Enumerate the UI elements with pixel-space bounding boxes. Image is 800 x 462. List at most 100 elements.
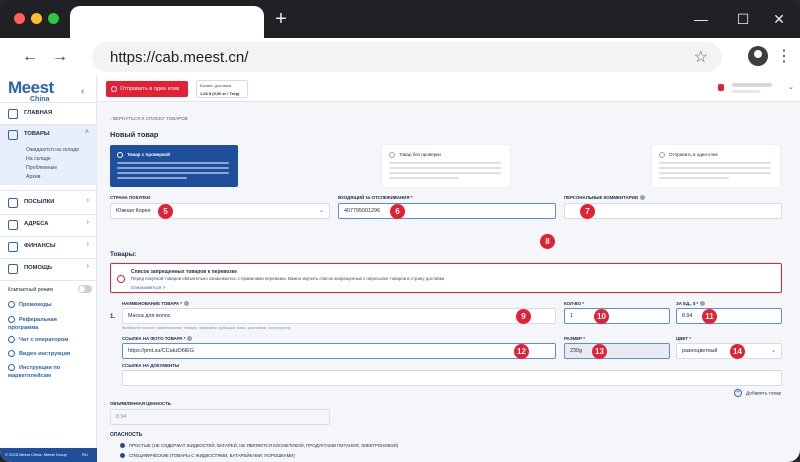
bookmark-star-icon[interactable]: ☆ bbox=[694, 47, 708, 67]
card-text bbox=[389, 177, 459, 179]
send-one-click-button[interactable]: Отправить в один клик bbox=[106, 81, 188, 97]
size-value: 230g bbox=[570, 348, 582, 354]
promo-link[interactable]: Промокоды bbox=[8, 301, 52, 308]
sidebar: Meest China ‹ ГЛАВНАЯ ТОВАРЫ ˄ Ожидаются… bbox=[0, 76, 97, 462]
card-text bbox=[659, 167, 771, 169]
location-icon bbox=[8, 220, 18, 230]
sidebar-item-home[interactable]: ГЛАВНАЯ bbox=[0, 104, 97, 124]
alert-body: Перед покупкой товаров обязательно ознак… bbox=[131, 276, 446, 281]
card-without-check[interactable]: Товар без проверки bbox=[382, 145, 510, 187]
forward-arrow-icon[interactable]: → bbox=[50, 47, 70, 67]
browser-toolbar: ← → https://cab.meest.cn/ ☆ ⋮ bbox=[0, 38, 800, 76]
prohibited-icon bbox=[117, 275, 125, 283]
page: Meest China ‹ ГЛАВНАЯ ТОВАРЫ ˄ Ожидаются… bbox=[0, 76, 800, 462]
sidebar-item-goods[interactable]: ТОВАРЫ ˄ Ожидаются на складе На складе П… bbox=[0, 125, 97, 185]
comments-input[interactable] bbox=[564, 203, 782, 219]
back-arrow-icon[interactable]: ← bbox=[20, 47, 40, 67]
product-name-input[interactable]: Маска для волос bbox=[122, 308, 556, 324]
photo-link-value: https://pmt.su/CCakzD6lEG bbox=[128, 348, 194, 354]
minimize-icon[interactable]: — bbox=[692, 10, 710, 28]
new-tab-button[interactable]: + bbox=[270, 8, 292, 30]
main-content: ‹ ВЕРНУТЬСЯ К СПИСКУ ТОВАРОВ Новый товар… bbox=[98, 103, 800, 462]
docs-link-label: ССЫЛКА НА ДОКУМЕНТЫ bbox=[122, 363, 180, 368]
danger-option-specific[interactable]: СПЕЦИФИЧЕСКИЕ (ТОВАРЫ С ЖИДКОСТЯМИ, БАТА… bbox=[120, 453, 295, 459]
parcel-icon bbox=[8, 198, 18, 208]
chat-link[interactable]: Чат с оператором bbox=[8, 336, 68, 343]
prohibited-goods-alert: Список запрещенных товаров к перевозке П… bbox=[110, 263, 782, 293]
profile-avatar-icon[interactable] bbox=[748, 46, 768, 66]
active-tab[interactable] bbox=[70, 6, 264, 38]
alert-link[interactable]: Ознакомиться > bbox=[131, 285, 165, 290]
size-input[interactable]: 230g bbox=[564, 343, 670, 359]
tracking-value: 407795001296 bbox=[344, 208, 380, 214]
alert-title: Список запрещенных товаров к перевозке bbox=[131, 269, 238, 275]
photo-link-input[interactable]: https://pmt.su/CCakzD6lEG bbox=[122, 343, 556, 359]
compact-mode-toggle[interactable] bbox=[78, 285, 92, 293]
box-icon bbox=[8, 130, 18, 140]
maximize-icon[interactable]: ☐ bbox=[734, 10, 752, 28]
notification-icon[interactable] bbox=[718, 84, 724, 91]
annotation-badge: 8 bbox=[540, 234, 555, 249]
danger-option-simple[interactable]: ПРОСТЫЕ (НЕ СОДЕРЖАТ ЖИДКОСТЕЙ, БАТАРЕЙ,… bbox=[120, 443, 398, 449]
name-label-text: НАИМЕНОВАНИЕ ТОВАРА * bbox=[122, 301, 183, 306]
meest-logo[interactable]: Meest bbox=[8, 78, 54, 98]
back-to-list-link[interactable]: ‹ ВЕРНУТЬСЯ К СПИСКУ ТОВАРОВ bbox=[110, 116, 188, 121]
chevron-down-icon: ⌄ bbox=[318, 208, 324, 214]
window-dot-green[interactable] bbox=[48, 13, 59, 24]
browser-menu-icon[interactable]: ⋮ bbox=[776, 47, 792, 67]
language-switch[interactable]: RU bbox=[82, 452, 88, 457]
help-icon bbox=[8, 264, 18, 274]
card-one-click[interactable]: Отправить в один клик bbox=[652, 145, 780, 187]
price-label: ЗА ЕД., $ * bbox=[676, 301, 706, 307]
card-text bbox=[117, 172, 229, 174]
address-bar[interactable]: https://cab.meest.cn/ ☆ bbox=[92, 42, 722, 72]
country-value: Южная Корея bbox=[116, 208, 151, 214]
tracking-input[interactable]: 407795001296 bbox=[338, 203, 556, 219]
link-label: Инструкции по маркетплейсам bbox=[8, 365, 61, 379]
plus-icon: + bbox=[734, 389, 742, 397]
chevron-down-icon[interactable]: ⌄ bbox=[788, 83, 794, 91]
sidebar-item-parcels[interactable]: ПОСЫЛКИ › bbox=[0, 193, 97, 213]
card-with-check[interactable]: Товар с проверкой bbox=[110, 145, 238, 187]
color-select[interactable]: разноцветный ⌄ bbox=[676, 343, 782, 359]
add-product-button[interactable]: + Добавить товар bbox=[734, 389, 781, 397]
chevron-right-icon: › bbox=[86, 241, 89, 248]
url-text[interactable]: https://cab.meest.cn/ bbox=[110, 49, 248, 66]
referral-link[interactable]: Реферальная программа bbox=[8, 316, 88, 332]
help-icon[interactable] bbox=[639, 195, 645, 201]
photo-link-label: ССЫЛКА НА ФОТО ТОВАРА * bbox=[122, 336, 193, 342]
send-icon bbox=[111, 86, 117, 92]
video-link[interactable]: Видео инструкция bbox=[8, 350, 70, 357]
help-icon[interactable] bbox=[187, 336, 193, 342]
top-header: Отправить в один клик Баланс, доставка 1… bbox=[98, 76, 800, 102]
window-dot-red[interactable] bbox=[14, 13, 25, 24]
quantity-input[interactable]: 1 bbox=[564, 308, 670, 324]
sidebar-subitem[interactable]: Ожидаются на складе bbox=[26, 147, 79, 153]
sidebar-subitem[interactable]: Архив bbox=[26, 174, 41, 180]
card-text bbox=[659, 172, 771, 174]
sidebar-item-finance[interactable]: ФИНАНСЫ › bbox=[0, 237, 97, 257]
declared-value-input: 8.94 bbox=[110, 409, 330, 425]
chevron-right-icon: › bbox=[86, 263, 89, 270]
collapse-sidebar-icon[interactable]: ‹ bbox=[81, 86, 84, 97]
sidebar-item-label: ТОВАРЫ bbox=[24, 131, 50, 137]
sidebar-subitem[interactable]: На складе bbox=[26, 156, 51, 162]
close-icon[interactable]: ✕ bbox=[770, 10, 788, 28]
user-name-blurred[interactable] bbox=[732, 83, 772, 87]
sidebar-item-help[interactable]: ПОМОЩЬ › bbox=[0, 259, 97, 279]
window-dot-yellow[interactable] bbox=[31, 13, 42, 24]
card-text bbox=[659, 162, 771, 164]
price-input[interactable]: 8.94 bbox=[676, 308, 782, 324]
help-icon[interactable] bbox=[184, 301, 190, 307]
sidebar-item-addresses[interactable]: АДРЕСА › bbox=[0, 215, 97, 235]
country-select[interactable]: Южная Корея ⌄ bbox=[110, 203, 330, 219]
price-value: 8.94 bbox=[682, 313, 693, 319]
sidebar-subitem[interactable]: Проблемные bbox=[26, 165, 57, 171]
marketplace-guide-link[interactable]: Инструкции по маркетплейсам bbox=[8, 364, 88, 380]
docs-link-input[interactable] bbox=[122, 370, 782, 386]
balance-label: Баланс, доставка bbox=[200, 84, 231, 88]
help-icon[interactable] bbox=[700, 301, 706, 307]
back-link-label: ВЕРНУТЬСЯ К СПИСКУ ТОВАРОВ bbox=[112, 116, 188, 121]
card-text bbox=[117, 177, 187, 179]
balance-widget[interactable]: Баланс, доставка 1.03 $ (0,00 кг / Тегр) bbox=[196, 80, 248, 98]
